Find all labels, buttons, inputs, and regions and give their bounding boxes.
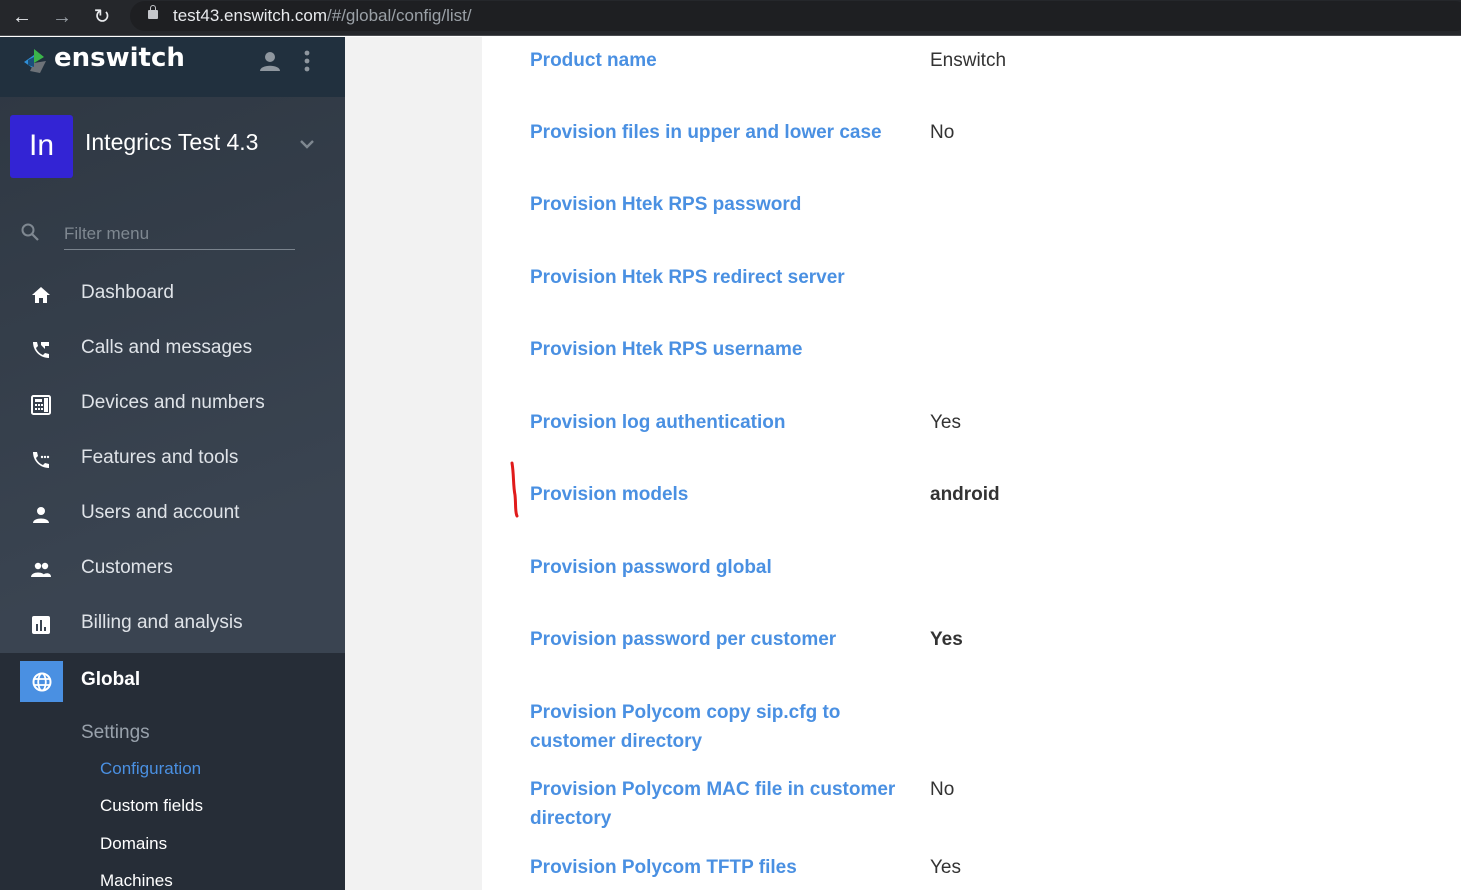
globe-icon [32,672,52,692]
url-host: test43.enswitch.com [173,6,328,25]
sidebar-item-devices-and-numbers[interactable]: Devices and numbers [0,377,345,432]
desk-phone-icon [31,395,51,415]
config-value: Yes [930,629,963,650]
sidebar-item-features-and-tools[interactable]: Features and tools [0,432,345,487]
config-key-link[interactable]: Provision models [530,480,910,509]
config-value: android [930,484,1000,505]
search-icon [21,223,39,241]
global-icon-box [20,661,63,702]
reload-icon[interactable]: ↻ [88,4,116,32]
more-vert-icon[interactable] [300,49,314,73]
back-arrow-icon[interactable]: ← [8,4,36,32]
sidebar-item-label: Customers [81,557,173,578]
red-annotation-mark [510,461,519,518]
lock-icon [148,5,158,19]
sidebar-item-label: Devices and numbers [81,392,265,413]
phone-dial-icon [33,452,50,468]
config-value: Enswitch [930,50,1007,71]
config-key-link[interactable]: Product name [530,46,910,75]
account-switcher[interactable]: In Integrics Test 4.3 [0,97,345,197]
sidebar-subitem-configuration[interactable]: Configuration [100,759,201,779]
config-value: Yes [930,857,961,878]
config-key-link[interactable]: Provision password global [530,553,910,582]
sidebar-item-dashboard[interactable]: Dashboard [0,267,345,322]
sidebar-item-customers[interactable]: Customers [0,542,345,597]
sidebar-item-label: Dashboard [81,282,174,303]
people-icon [31,562,51,577]
config-value: No [930,779,955,800]
user-profile-icon[interactable] [258,49,282,73]
enswitch-logo[interactable]: enswitch [20,43,190,79]
sidebar-subitem-domains[interactable]: Domains [100,834,167,854]
sidebar-item-calls-and-messages[interactable]: Calls and messages [0,322,345,377]
config-key-link[interactable]: Provision Polycom MAC file in customer d… [530,775,910,833]
config-key-link[interactable]: Provision log authentication [530,408,910,437]
config-key-link[interactable]: Provision Htek RPS username [530,335,910,364]
settings-heading[interactable]: Settings [81,722,150,744]
sidebar-item-label: Global [81,669,141,690]
enswitch-logo-icon [24,49,46,73]
account-avatar: In [10,115,73,178]
sidebar-global-section: Global Settings Configuration Custom fie… [0,653,345,890]
config-value: No [930,122,955,143]
sidebar-item-label: Billing and analysis [81,612,243,633]
chevron-down-icon[interactable] [298,135,316,153]
phone-forward-icon [33,342,49,358]
sidebar-item-global[interactable]: Global [0,653,345,708]
url-text[interactable]: test43.enswitch.com/#/global/config/list… [173,6,472,26]
config-key-link[interactable]: Provision Htek RPS password [530,190,910,219]
sidebar-item-label: Users and account [81,502,240,523]
sidebar-item-billing-and-analysis[interactable]: Billing and analysis [0,597,345,652]
config-key-link[interactable]: Provision Htek RPS redirect server [530,263,910,292]
sidebar-item-label: Features and tools [81,447,239,468]
account-name: Integrics Test 4.3 [85,129,259,155]
logo-text: enswitch [54,43,185,73]
config-key-link[interactable]: Provision files in upper and lower case [530,118,910,147]
config-list: Product name Enswitch Provision files in… [482,37,1461,890]
browser-toolbar: ← → ↻ test43.enswitch.com/#/global/confi… [0,0,1461,36]
filter-menu [0,212,345,257]
forward-arrow-icon[interactable]: → [48,4,76,32]
sidebar-header: enswitch [0,37,345,97]
content-gutter [345,37,482,890]
config-key-link[interactable]: Provision Polycom copy sip.cfg to custom… [530,698,910,756]
sidebar-item-label: Calls and messages [81,337,253,358]
address-bar[interactable]: test43.enswitch.com/#/global/config/list… [130,1,1461,31]
sidebar-subitem-custom-fields[interactable]: Custom fields [100,796,203,816]
home-icon [32,287,50,303]
sidebar-menu: Dashboard Calls and messages Devices and… [0,267,345,652]
config-key-link[interactable]: Provision password per customer [530,625,910,654]
sidebar-subitem-machines[interactable]: Machines [100,871,173,891]
sidebar-item-users-and-account[interactable]: Users and account [0,487,345,542]
filter-menu-input[interactable] [64,218,295,250]
person-icon [33,507,49,523]
config-value: Yes [930,412,961,433]
config-key-link[interactable]: Provision Polycom TFTP files [530,853,910,882]
bar-chart-icon [32,616,50,634]
url-path: /#/global/config/list/ [327,6,472,25]
sidebar: enswitch In Integrics Test 4.3 Filter me… [0,37,345,890]
